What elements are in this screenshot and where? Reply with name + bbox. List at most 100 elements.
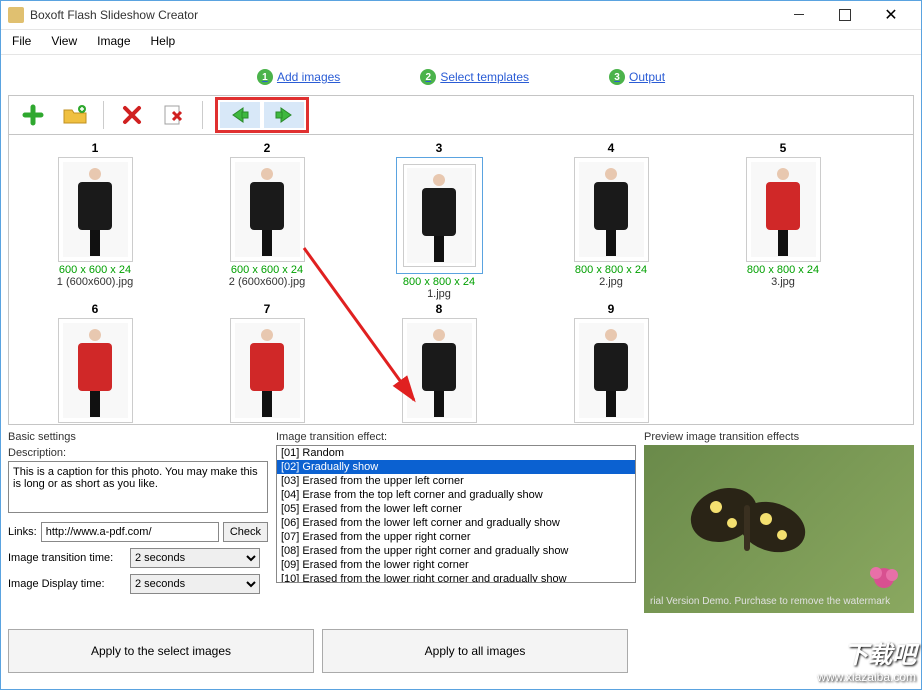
step-label: Output — [629, 70, 665, 84]
thumbnail-number: 6 — [9, 300, 181, 318]
effect-item[interactable]: [07] Erased from the upper right corner — [277, 530, 635, 544]
thumbnail-frame — [403, 164, 476, 267]
butterfly-icon — [684, 475, 814, 575]
check-button[interactable]: Check — [223, 522, 268, 542]
step-badge-1: 1 — [257, 69, 273, 85]
thumbnail-grid[interactable]: 1 600 x 600 x 24 1 (600x600).jpg 2 600 x… — [8, 135, 914, 425]
transition-effect-label: Image transition effect: — [276, 429, 636, 445]
effect-item[interactable]: [08] Erased from the upper right corner … — [277, 544, 635, 558]
thumbnail-dimensions: 600 x 600 x 24 — [181, 262, 353, 276]
thumbnail-cell[interactable]: 4 800 x 800 x 24 2.jpg — [525, 139, 697, 300]
watermark-url: www.xiazaiba.com — [817, 670, 916, 684]
effect-item[interactable]: [03] Erased from the upper left corner — [277, 474, 635, 488]
step-select-templates[interactable]: 2 Select templates — [420, 69, 529, 85]
step-badge-2: 2 — [420, 69, 436, 85]
thumbnail-image — [407, 323, 472, 418]
reorder-group — [215, 97, 309, 133]
window-title: Boxoft Flash Slideshow Creator — [30, 8, 776, 22]
thumbnail-cell[interactable]: 7 — [181, 300, 353, 423]
transition-effect-panel: Image transition effect: [01] Random[02]… — [276, 429, 636, 613]
preview-panel: Preview image transition effects rial Ve… — [644, 429, 914, 613]
thumbnail-cell[interactable]: 2 600 x 600 x 24 2 (600x600).jpg — [181, 139, 353, 300]
add-image-button[interactable] — [17, 99, 49, 131]
thumbnail-image — [751, 162, 816, 257]
links-input[interactable] — [41, 522, 219, 542]
watermark-logo: 下载吧 — [817, 635, 916, 670]
thumbnail-frame — [230, 318, 305, 423]
step-label: Select templates — [440, 70, 529, 84]
site-watermark: 下载吧 www.xiazaiba.com — [817, 635, 916, 684]
step-label: Add images — [277, 70, 340, 84]
minimize-button[interactable] — [776, 0, 822, 30]
menu-image[interactable]: Image — [89, 32, 138, 50]
page-x-icon — [163, 104, 185, 126]
effect-item[interactable]: [10] Erased from the lower right corner … — [277, 572, 635, 583]
thumbnail-frame — [58, 157, 133, 262]
thumbnail-dimensions: 800 x 800 x 24 — [697, 262, 869, 276]
thumbnail-frame — [746, 157, 821, 262]
thumbnail-cell[interactable]: 6 — [9, 300, 181, 423]
thumbnail-number: 9 — [525, 300, 697, 318]
add-folder-button[interactable] — [59, 99, 91, 131]
flower-icon — [864, 563, 904, 593]
step-output[interactable]: 3 Output — [609, 69, 665, 85]
thumbnail-cell[interactable]: 9 — [525, 300, 697, 423]
thumbnail-filename: 1.jpg — [353, 288, 525, 300]
effect-item[interactable]: [02] Gradually show — [277, 460, 635, 474]
thumbnail-filename: 1 (600x600).jpg — [9, 276, 181, 288]
transition-time-select[interactable]: 2 seconds — [130, 548, 260, 568]
arrow-right-icon — [273, 106, 295, 124]
titlebar: Boxoft Flash Slideshow Creator ✕ — [0, 0, 922, 30]
move-right-button[interactable] — [264, 102, 304, 128]
basic-settings-panel: Basic settings Description: Links: Check… — [8, 429, 268, 613]
plus-icon — [22, 104, 44, 126]
thumbnail-image — [579, 323, 644, 418]
thumbnail-image — [579, 162, 644, 257]
thumbnail-number: 5 — [697, 139, 869, 157]
delete-all-button[interactable] — [158, 99, 190, 131]
thumbnail-cell[interactable]: 1 600 x 600 x 24 1 (600x600).jpg — [9, 139, 181, 300]
thumbnail-filename: 2 (600x600).jpg — [181, 276, 353, 288]
display-time-label: Image Display time: — [8, 578, 126, 590]
x-icon — [122, 105, 142, 125]
effect-item[interactable]: [09] Erased from the lower right corner — [277, 558, 635, 572]
effect-item[interactable]: [06] Erased from the lower left corner a… — [277, 516, 635, 530]
apply-all-button[interactable]: Apply to all images — [322, 629, 628, 673]
effect-item[interactable]: [05] Erased from the lower left corner — [277, 502, 635, 516]
apply-select-button[interactable]: Apply to the select images — [8, 629, 314, 673]
thumbnail-cell[interactable]: 3 800 x 800 x 24 1.jpg — [353, 139, 525, 300]
thumbnail-frame — [574, 318, 649, 423]
thumbnail-frame — [58, 318, 133, 423]
thumbnail-number: 7 — [181, 300, 353, 318]
basic-settings-label: Basic settings — [8, 429, 268, 445]
thumbnail-number: 8 — [353, 300, 525, 318]
thumbnail-cell[interactable]: 5 800 x 800 x 24 3.jpg — [697, 139, 869, 300]
links-label: Links: — [8, 526, 37, 538]
display-time-select[interactable]: 2 seconds — [130, 574, 260, 594]
thumbnail-cell[interactable]: 8 — [353, 300, 525, 423]
menu-help[interactable]: Help — [143, 32, 184, 50]
menu-view[interactable]: View — [43, 32, 85, 50]
description-input[interactable] — [8, 461, 268, 513]
close-button[interactable]: ✕ — [868, 0, 914, 30]
delete-button[interactable] — [116, 99, 148, 131]
step-add-images[interactable]: 1 Add images — [257, 69, 340, 85]
step-badge-3: 3 — [609, 69, 625, 85]
toolbar — [8, 95, 914, 135]
effect-item[interactable]: [04] Erase from the top left corner and … — [277, 488, 635, 502]
preview-image: rial Version Demo. Purchase to remove th… — [644, 445, 914, 613]
move-left-button[interactable] — [220, 102, 260, 128]
effect-item[interactable]: [01] Random — [277, 446, 635, 460]
thumbnail-frame — [230, 157, 305, 262]
folder-plus-icon — [63, 105, 87, 125]
effect-list[interactable]: [01] Random[02] Gradually show[03] Erase… — [276, 445, 636, 583]
maximize-button[interactable] — [822, 0, 868, 30]
preview-label: Preview image transition effects — [644, 429, 914, 445]
thumbnail-frame — [574, 157, 649, 262]
menu-file[interactable]: File — [4, 32, 39, 50]
transition-time-label: Image transition time: — [8, 552, 126, 564]
thumbnail-image — [235, 323, 300, 418]
thumbnail-number: 4 — [525, 139, 697, 157]
thumbnail-number: 3 — [353, 139, 525, 157]
thumbnail-frame — [402, 318, 477, 423]
